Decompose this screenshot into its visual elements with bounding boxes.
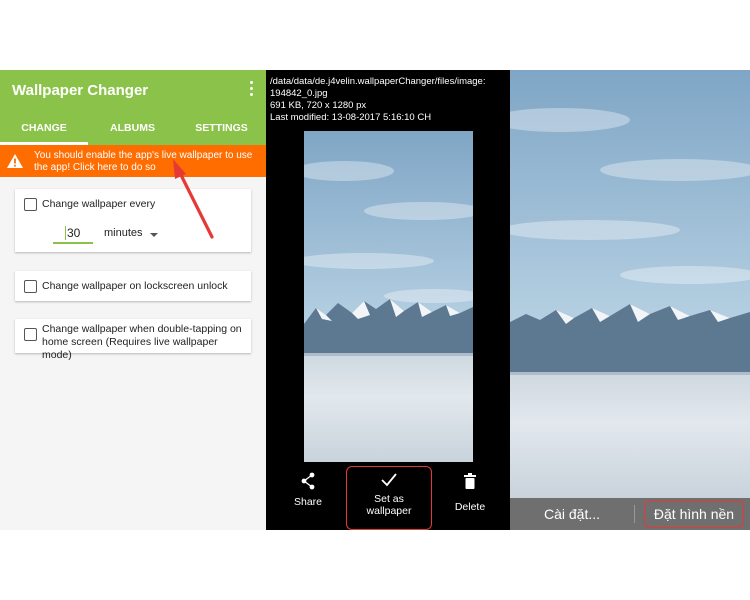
file-path-line2: 194842_0.jpg: [270, 88, 328, 99]
set-as-wallpaper-button[interactable]: Set as wallpaper: [346, 466, 432, 530]
change-every-card: Change wallpaper every 30 minutes: [15, 189, 251, 252]
preview-photo: [510, 70, 750, 498]
wallpaper-photo[interactable]: [304, 131, 473, 462]
trash-icon: [464, 473, 476, 489]
lockscreen-label: Change wallpaper on lockscreen unlock: [42, 280, 228, 292]
interval-input[interactable]: 30: [53, 224, 93, 244]
dropdown-arrow-icon[interactable]: [150, 233, 158, 237]
tab-settings[interactable]: SETTINGS: [177, 122, 266, 134]
photo-viewer: /data/data/de.j4velin.wallpaperChanger/f…: [266, 70, 510, 530]
change-every-label: Change wallpaper every: [42, 198, 156, 210]
wallpaper-action-bar: Cài đặt... Đặt hình nền: [510, 498, 750, 530]
more-options-icon[interactable]: [250, 81, 254, 99]
double-tap-checkbox[interactable]: [24, 328, 37, 341]
landscape-image: [304, 131, 473, 462]
wallpaper-changer-app: Wallpaper Changer CHANGE ALBUMS SETTINGS…: [0, 70, 266, 530]
file-info: /data/data/de.j4velin.wallpaperChanger/f…: [270, 76, 506, 124]
lockscreen-card: Change wallpaper on lockscreen unlock: [15, 271, 251, 301]
tab-albums[interactable]: ALBUMS: [88, 122, 177, 134]
text-cursor: [65, 226, 66, 240]
file-meta: 691 KB, 720 x 1280 px: [270, 100, 367, 111]
set-wallpaper-button[interactable]: Đặt hình nền: [644, 500, 744, 528]
tab-change[interactable]: CHANGE: [0, 122, 88, 134]
divider: [634, 505, 635, 523]
live-wallpaper-warning-banner[interactable]: You should enable the app's live wallpap…: [0, 145, 266, 177]
double-tap-label: Change wallpaper when double-tapping on …: [42, 323, 242, 361]
set-as-wallpaper-content: Set as wallpaper: [347, 473, 431, 517]
file-path-line1: /data/data/de.j4velin.wallpaperChanger/f…: [270, 76, 486, 87]
delete-button[interactable]: Delete: [448, 473, 492, 513]
last-modified: Last modified: 13-08-2017 5:16:10 CH: [270, 112, 432, 123]
share-icon: [301, 472, 315, 490]
interval-value: 30: [67, 226, 81, 240]
interval-unit-select[interactable]: minutes: [104, 227, 143, 239]
change-every-checkbox[interactable]: [24, 198, 37, 211]
app-bar: Wallpaper Changer: [0, 70, 266, 117]
delete-label: Delete: [454, 501, 486, 513]
set-as-label-line1: Set as: [374, 493, 404, 505]
double-tap-card: Change wallpaper when double-tapping on …: [15, 319, 251, 361]
app-title: Wallpaper Changer: [12, 82, 149, 99]
warning-icon: [7, 154, 23, 168]
wallpaper-preview: Cài đặt... Đặt hình nền: [510, 70, 750, 530]
share-button[interactable]: Share: [286, 472, 330, 508]
landscape-image: [510, 70, 750, 498]
settings-button[interactable]: Cài đặt...: [510, 498, 634, 530]
tab-bar: CHANGE ALBUMS SETTINGS: [0, 117, 266, 145]
lockscreen-checkbox[interactable]: [24, 280, 37, 293]
set-as-label-line2: wallpaper: [366, 505, 412, 517]
share-label: Share: [293, 496, 323, 508]
banner-text: You should enable the app's live wallpap…: [34, 150, 253, 173]
checkmark-icon: [381, 473, 397, 487]
